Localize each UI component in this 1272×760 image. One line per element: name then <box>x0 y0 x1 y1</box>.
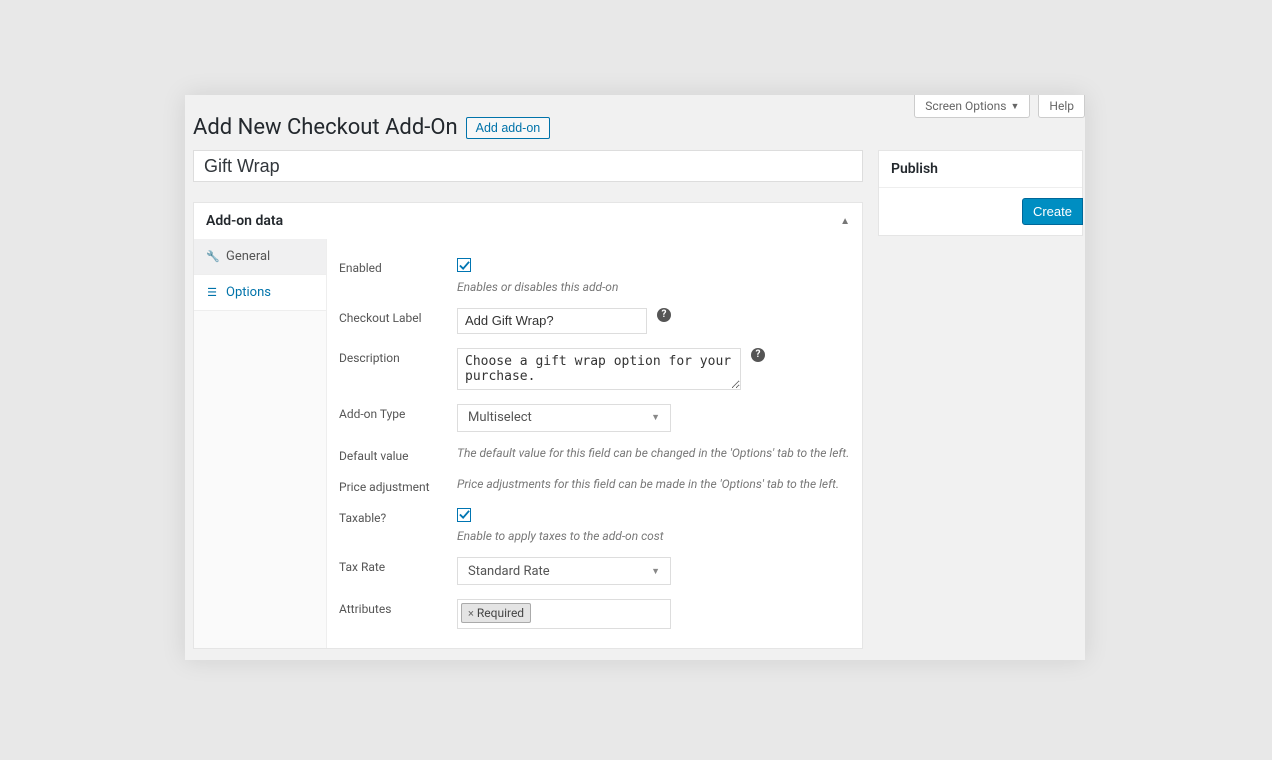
label-price-adjustment: Price adjustment <box>339 477 457 494</box>
metabox-header[interactable]: Add-on data ▲ <box>194 203 862 239</box>
addon-type-select[interactable]: Multiselect ▼ <box>457 404 671 432</box>
panel-content: Enabled Enables or disables this add-on … <box>327 239 862 648</box>
top-screen-links: Screen Options ▼ Help <box>914 95 1085 118</box>
check-icon <box>459 509 470 520</box>
chevron-down-icon: ▼ <box>651 412 660 423</box>
addon-data-metabox: Add-on data ▲ 🔧 General ☰ Options <box>193 202 863 649</box>
label-tax-rate: Tax Rate <box>339 557 457 585</box>
row-tax-rate: Tax Rate Standard Rate ▼ <box>339 550 862 592</box>
metabox-title: Add-on data <box>206 213 283 229</box>
row-taxable: Taxable? Enable to apply taxes to the ad… <box>339 501 862 551</box>
tab-general[interactable]: 🔧 General <box>194 239 326 275</box>
hint-enabled: Enables or disables this add-on <box>457 280 862 294</box>
description-textarea[interactable]: Choose a gift wrap option for your purch… <box>457 348 741 390</box>
help-icon[interactable]: ? <box>657 308 671 322</box>
taxable-checkbox[interactable] <box>457 508 471 522</box>
addon-title-input[interactable] <box>193 150 863 182</box>
help-label: Help <box>1049 99 1074 113</box>
label-checkout-label: Checkout Label <box>339 308 457 334</box>
hint-taxable: Enable to apply taxes to the add-on cost <box>457 529 862 543</box>
check-icon <box>459 260 470 271</box>
label-default-value: Default value <box>339 446 457 463</box>
chevron-down-icon: ▼ <box>1010 101 1019 112</box>
wrench-icon: 🔧 <box>206 250 218 263</box>
list-icon: ☰ <box>206 286 218 299</box>
publish-actions: Create <box>879 188 1082 235</box>
tab-options[interactable]: ☰ Options <box>194 275 326 311</box>
screen-options-label: Screen Options <box>925 99 1006 113</box>
label-description: Description <box>339 348 457 390</box>
attribute-tag-required[interactable]: × Required <box>461 603 531 623</box>
label-attributes: Attributes <box>339 599 457 629</box>
publish-metabox: Publish Create <box>878 150 1083 236</box>
admin-page: Screen Options ▼ Help Add New Checkout A… <box>185 95 1085 660</box>
chevron-down-icon: ▼ <box>651 566 660 577</box>
row-addon-type: Add-on Type Multiselect ▼ <box>339 397 862 439</box>
row-description: Description Choose a gift wrap option fo… <box>339 341 862 397</box>
side-column: Publish Create <box>878 150 1083 236</box>
row-price-adjustment: Price adjustment Price adjustments for t… <box>339 470 862 501</box>
help-toggle[interactable]: Help <box>1038 95 1085 118</box>
label-addon-type: Add-on Type <box>339 404 457 432</box>
panel-wrap: 🔧 General ☰ Options Enabled <box>194 239 862 648</box>
main-column: Add-on data ▲ 🔧 General ☰ Options <box>193 150 863 649</box>
attribute-tag-label: Required <box>477 606 524 620</box>
checkout-label-input[interactable] <box>457 308 647 334</box>
row-default-value: Default value The default value for this… <box>339 439 862 470</box>
row-checkout-label: Checkout Label ? <box>339 301 862 341</box>
attributes-input[interactable]: × Required <box>457 599 671 629</box>
label-enabled: Enabled <box>339 258 457 294</box>
label-taxable: Taxable? <box>339 508 457 544</box>
add-addon-button[interactable]: Add add-on <box>466 117 551 139</box>
addon-type-value: Multiselect <box>468 410 532 425</box>
tax-rate-select[interactable]: Standard Rate ▼ <box>457 557 671 585</box>
page-heading: Add New Checkout Add-On Add add-on <box>193 115 550 140</box>
row-attributes: Attributes × Required <box>339 592 862 636</box>
publish-title: Publish <box>879 151 1082 188</box>
panel-tabs: 🔧 General ☰ Options <box>194 239 327 648</box>
enabled-checkbox[interactable] <box>457 258 471 272</box>
row-enabled: Enabled Enables or disables this add-on <box>339 251 862 301</box>
tab-options-label: Options <box>226 285 271 300</box>
screen-options-toggle[interactable]: Screen Options ▼ <box>914 95 1030 118</box>
page-title: Add New Checkout Add-On <box>193 115 458 140</box>
price-adjustment-text: Price adjustments for this field can be … <box>457 477 862 491</box>
default-value-text: The default value for this field can be … <box>457 446 862 460</box>
tab-general-label: General <box>226 249 270 264</box>
collapse-icon[interactable]: ▲ <box>840 216 850 227</box>
create-button[interactable]: Create <box>1022 198 1083 225</box>
tax-rate-value: Standard Rate <box>468 564 550 579</box>
remove-tag-icon[interactable]: × <box>468 607 474 620</box>
help-icon[interactable]: ? <box>751 348 765 362</box>
